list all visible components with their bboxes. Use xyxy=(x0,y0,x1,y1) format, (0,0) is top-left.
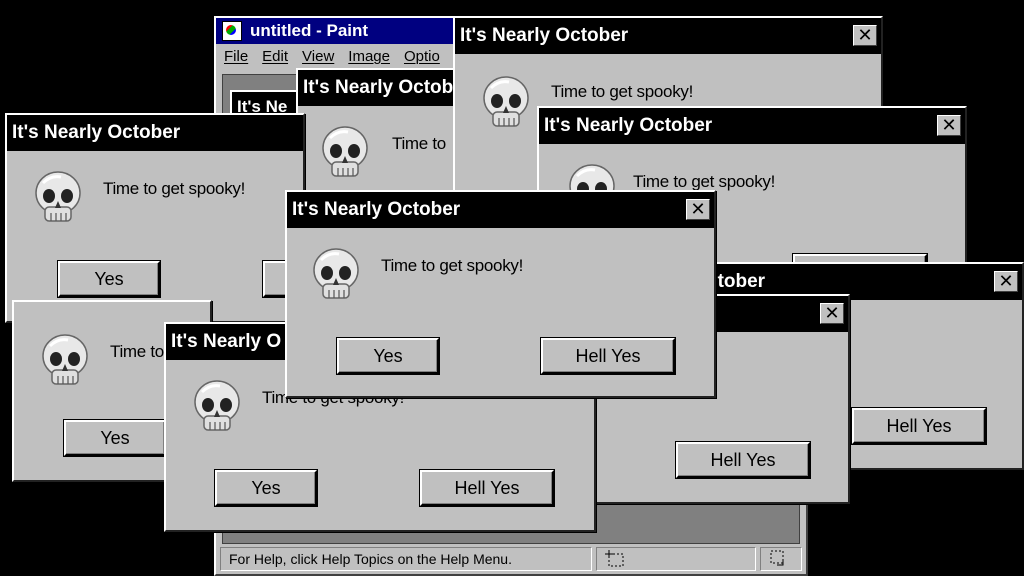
dialog-message: Time to get spooky! xyxy=(551,82,694,101)
dialog-message: Time to xyxy=(110,342,164,361)
hell-yes-button[interactable]: Hell Yes xyxy=(540,337,676,375)
close-icon[interactable]: ✕ xyxy=(686,199,710,220)
yes-button[interactable]: Yes xyxy=(57,260,161,298)
status-size xyxy=(760,547,802,571)
menu-file[interactable]: File xyxy=(224,48,248,65)
dialog-titlebar: It's Nearly October xyxy=(7,115,303,151)
skull-icon xyxy=(38,332,92,388)
dialog-message: Time to get spooky! xyxy=(103,179,246,198)
yes-button[interactable]: Yes xyxy=(214,469,318,507)
close-icon[interactable]: ✕ xyxy=(853,25,877,46)
hell-yes-button[interactable]: Hell Yes xyxy=(851,407,987,445)
dialog-message: Time to get spooky! xyxy=(633,172,776,191)
dialog-b: It's Nearly Octob Time to xyxy=(296,68,476,198)
dialog-titlebar: It's Nearly October ✕ xyxy=(539,108,965,144)
dialog-front: It's Nearly October ✕ Time to get spooky… xyxy=(285,190,716,398)
paint-statusbar: For Help, click Help Topics on the Help … xyxy=(220,547,802,571)
close-icon[interactable]: ✕ xyxy=(820,303,844,324)
skull-icon xyxy=(190,378,244,434)
dialog-titlebar: It's Nearly Octob xyxy=(298,70,474,106)
close-icon[interactable]: ✕ xyxy=(994,271,1018,292)
dialog-message: Time to get spooky! xyxy=(381,256,524,275)
paint-app-icon[interactable] xyxy=(222,21,242,41)
skull-icon xyxy=(479,74,533,130)
close-icon[interactable]: ✕ xyxy=(937,115,961,136)
paint-title: untitled - Paint xyxy=(250,21,369,40)
hell-yes-button[interactable]: Hell Yes xyxy=(675,441,811,479)
dialog-d: It's Nearly October Time to get spooky! … xyxy=(5,113,305,323)
dialog-titlebar: It's Nearly October ✕ xyxy=(287,192,714,228)
dialog-title: It's Nearly Octob xyxy=(303,77,454,98)
skull-icon xyxy=(31,169,85,225)
skull-icon xyxy=(318,124,372,180)
menu-options[interactable]: Optio xyxy=(404,48,440,65)
yes-button[interactable]: Yes xyxy=(63,419,167,457)
dialog-title: It's Nearly October xyxy=(460,25,629,46)
dialog-title: It's Nearly October xyxy=(12,122,181,143)
skull-icon xyxy=(309,246,363,302)
dialog-title: It's Nearly O xyxy=(171,331,282,352)
dialog-message: Time to xyxy=(392,134,446,153)
menu-view[interactable]: View xyxy=(302,48,334,65)
dialog-title: It's Nearly October xyxy=(292,199,461,220)
dialog-title: It's Nearly October xyxy=(544,115,713,136)
dialog-titlebar: It's Nearly October ✕ xyxy=(455,18,881,54)
selection-size-icon xyxy=(770,550,784,566)
menu-edit[interactable]: Edit xyxy=(262,48,288,65)
status-text: For Help, click Help Topics on the Help … xyxy=(220,547,592,571)
cursor-position-icon xyxy=(605,550,624,567)
status-coords xyxy=(596,547,756,571)
menu-image[interactable]: Image xyxy=(348,48,390,65)
hell-yes-button[interactable]: Hell Yes xyxy=(419,469,555,507)
yes-button[interactable]: Yes xyxy=(336,337,440,375)
